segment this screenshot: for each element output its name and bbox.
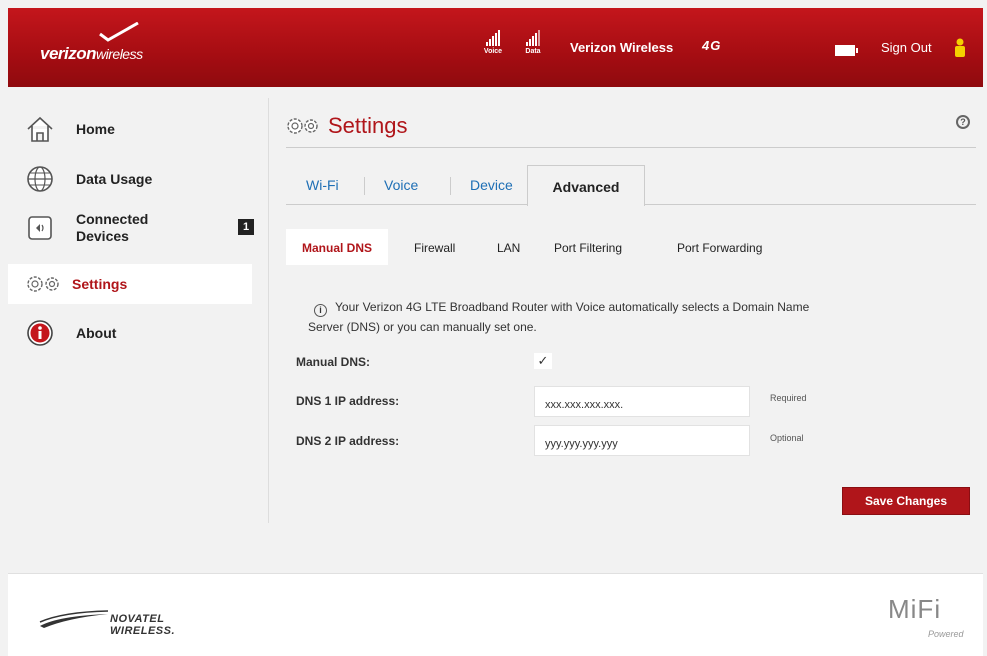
dns1-label: DNS 1 IP address: <box>296 394 400 408</box>
verizon-logo: verizonwireless <box>40 22 200 63</box>
subtab-port-filtering[interactable]: Port Filtering <box>554 241 622 255</box>
data-signal-label: Data <box>525 48 541 55</box>
sidebar-item-label: Home <box>76 120 115 137</box>
battery-icon <box>835 45 858 56</box>
sidebar-item-label: About <box>76 324 117 341</box>
home-icon <box>24 113 56 145</box>
page-title-text: Settings <box>328 113 408 138</box>
globe-icon <box>24 163 56 195</box>
devices-count-badge: 1 <box>238 219 254 235</box>
gears-icon <box>287 118 318 134</box>
page-title: Settings <box>286 113 408 139</box>
network-type: 4G <box>702 38 722 53</box>
info-line-1: Your Verizon 4G LTE Broadband Router wit… <box>335 300 810 314</box>
subtab-manual-dns[interactable]: Manual DNS <box>286 229 388 265</box>
sidebar-item-home[interactable]: Home <box>24 113 268 145</box>
sidebar-item-data-usage[interactable]: Data Usage <box>24 163 268 195</box>
gears-icon <box>24 268 64 300</box>
tab-separator <box>364 177 365 195</box>
tab-device[interactable]: Device <box>470 177 513 193</box>
brand-light: wireless <box>96 46 143 62</box>
label-line2: Devices <box>76 228 129 244</box>
data-signal-icon <box>518 30 548 46</box>
sidebar: Home Data Usage Connected Devices 1 Setti… <box>8 87 268 527</box>
dns1-input[interactable]: xxx.xxx.xxx.xxx. <box>534 386 750 417</box>
main-content: Settings ? Wi-Fi Voice Device Advanced M… <box>286 87 976 527</box>
dns2-input[interactable]: yyy.yyy.yyy.yyy <box>534 425 750 456</box>
sidebar-divider <box>268 98 269 523</box>
dns2-hint: Optional <box>770 433 804 443</box>
mifi-logo: MiFi <box>888 594 942 624</box>
mifi-powered: Powered <box>928 629 964 639</box>
voice-signal: Voice <box>478 30 508 55</box>
sidebar-item-label: Settings <box>72 275 128 292</box>
sign-out-link[interactable]: Sign Out <box>881 40 932 55</box>
carrier-name: Verizon Wireless <box>570 40 674 55</box>
novatel-swoosh-icon <box>39 610 109 628</box>
tab-voice[interactable]: Voice <box>384 177 418 193</box>
novatel-text: NOVATEL WIRELESS. <box>110 613 176 637</box>
subtab-bar: Manual DNS Firewall LAN Port Filtering P… <box>286 229 976 265</box>
top-header: verizonwireless Voice Data Verizon Wirel… <box>8 8 983 87</box>
user-icon[interactable] <box>953 38 967 58</box>
verizon-check-icon <box>99 22 139 42</box>
subtab-lan[interactable]: LAN <box>497 241 520 255</box>
tab-advanced[interactable]: Advanced <box>527 165 645 206</box>
label-line1: Connected <box>76 211 149 227</box>
device-icon <box>24 212 56 244</box>
sidebar-item-connected-devices[interactable]: Connected Devices 1 <box>24 211 268 245</box>
sidebar-item-settings[interactable]: Settings <box>8 264 252 304</box>
app-frame: verizonwireless Voice Data Verizon Wirel… <box>8 8 983 656</box>
info-message: i Your Verizon 4G LTE Broadband Router wi… <box>308 297 954 337</box>
data-signal: Data <box>518 30 548 55</box>
voice-signal-label: Voice <box>483 48 503 55</box>
help-icon[interactable]: ? <box>956 115 970 129</box>
dns2-label: DNS 2 IP address: <box>296 434 400 448</box>
subtab-port-forwarding[interactable]: Port Forwarding <box>677 241 762 255</box>
brand-bold: verizon <box>40 44 97 63</box>
tab-separator <box>450 177 451 195</box>
voice-signal-icon <box>478 30 508 46</box>
sidebar-item-label: Data Usage <box>76 170 153 187</box>
info-icon: i <box>314 304 327 317</box>
title-divider <box>286 147 976 148</box>
novatel-logo: NOVATEL WIRELESS. <box>38 610 208 637</box>
tab-wifi[interactable]: Wi-Fi <box>306 177 339 193</box>
manual-dns-checkbox[interactable]: ✓ <box>534 353 552 369</box>
subtab-firewall[interactable]: Firewall <box>414 241 455 255</box>
tab-bar: Wi-Fi Voice Device Advanced <box>286 165 976 206</box>
footer: NOVATEL WIRELESS. MiFi Powered <box>8 573 983 656</box>
save-changes-button[interactable]: Save Changes <box>842 487 970 515</box>
sidebar-item-label: Connected Devices <box>76 211 148 245</box>
manual-dns-label: Manual DNS: <box>296 355 371 369</box>
sidebar-item-about[interactable]: About <box>24 317 268 349</box>
info-line-2: Server (DNS) or you can manually set one… <box>308 320 537 334</box>
info-icon <box>24 317 56 349</box>
dns1-hint: Required <box>770 393 807 403</box>
